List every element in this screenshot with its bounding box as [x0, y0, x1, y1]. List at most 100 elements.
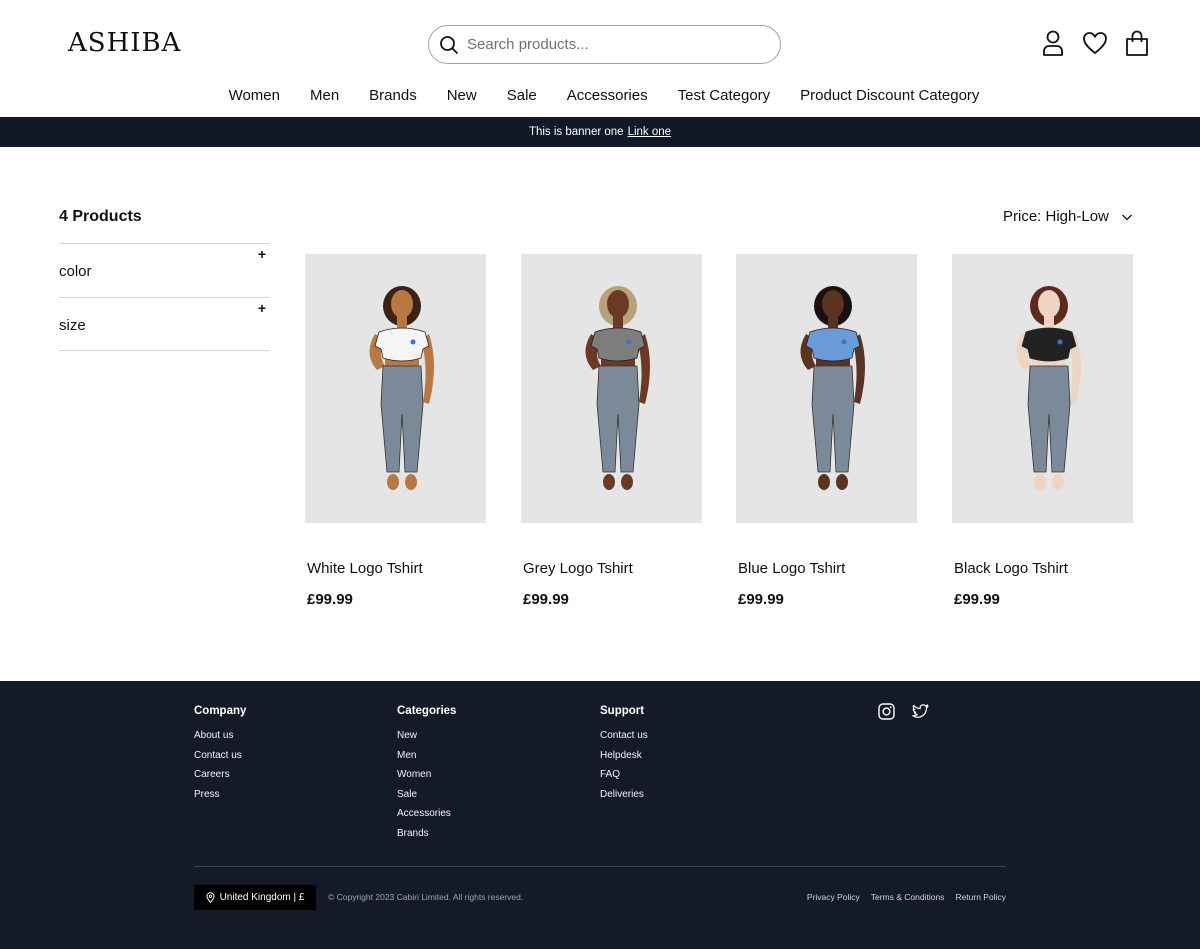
footer-column-title: Company: [194, 705, 247, 717]
promo-banner: This is banner one Link one: [0, 117, 1200, 147]
product-name[interactable]: White Logo Tshirt: [307, 560, 423, 577]
expand-icon[interactable]: +: [258, 246, 266, 262]
return-policy-link[interactable]: Return Policy: [955, 892, 1006, 902]
nav-item-product-discount-category[interactable]: Product Discount Category: [800, 87, 979, 104]
nav-item-women[interactable]: Women: [229, 87, 280, 104]
social-links: [878, 703, 929, 720]
search-bar[interactable]: [428, 25, 781, 64]
product-card[interactable]: Grey Logo Tshirt £99.99: [521, 254, 702, 608]
filter-label: color: [59, 263, 92, 280]
main-nav: Women Men Brands New Sale Accessories Te…: [0, 87, 1200, 104]
product-price: £99.99: [954, 591, 1000, 608]
instagram-icon[interactable]: [878, 703, 895, 720]
model-figure: [1016, 286, 1081, 490]
model-illustration: [585, 286, 650, 490]
nav-item-new[interactable]: New: [447, 87, 477, 104]
user-icon[interactable]: [1040, 29, 1066, 57]
jeans: [596, 365, 640, 473]
footer-link[interactable]: New: [397, 730, 456, 742]
tshirt: [805, 327, 861, 362]
privacy-policy-link[interactable]: Privacy Policy: [807, 892, 860, 902]
jeans: [380, 365, 424, 473]
nav-item-brands[interactable]: Brands: [369, 87, 417, 104]
product-price: £99.99: [738, 591, 784, 608]
filter-size[interactable]: size +: [59, 297, 270, 351]
left-foot: [603, 474, 615, 490]
logo-mark: [626, 339, 632, 345]
footer-link[interactable]: Deliveries: [600, 789, 648, 801]
nav-item-accessories[interactable]: Accessories: [567, 87, 648, 104]
footer-divider: [194, 866, 1006, 867]
right-foot: [836, 474, 848, 490]
logo-mark: [1057, 339, 1063, 345]
header-actions: [1040, 29, 1150, 57]
filter-label: size: [59, 317, 86, 334]
footer-link[interactable]: Contact us: [600, 730, 648, 742]
footer-column-title: Categories: [397, 705, 457, 717]
sort-label: Price: High-Low: [1003, 208, 1109, 225]
heart-icon[interactable]: [1082, 29, 1108, 57]
product-price: £99.99: [523, 591, 569, 608]
footer-column-title: Support: [600, 705, 645, 717]
product-card[interactable]: Black Logo Tshirt £99.99: [952, 254, 1133, 608]
face: [607, 290, 629, 318]
footer-link[interactable]: Women: [397, 769, 456, 781]
footer-link[interactable]: Careers: [194, 769, 246, 781]
model-illustration: [800, 286, 865, 490]
product-image[interactable]: [521, 254, 702, 523]
legal-links: Privacy Policy Terms & Conditions Return…: [807, 892, 1006, 902]
location-pin-icon: [206, 892, 215, 903]
sort-dropdown[interactable]: Price: High-Low: [1003, 208, 1133, 225]
copyright-text: © Copyright 2023 Cabiri Limited. All rig…: [328, 892, 524, 902]
product-name[interactable]: Black Logo Tshirt: [954, 560, 1068, 577]
footer-link[interactable]: About us: [194, 730, 246, 742]
model-figure: [369, 286, 434, 490]
product-image[interactable]: [305, 254, 486, 523]
footer-column-categories: Categories New Men Women Sale Accessorie…: [397, 705, 456, 847]
locale-label: United Kingdom | £: [219, 892, 305, 903]
face: [391, 290, 413, 318]
locale-selector[interactable]: United Kingdom | £: [194, 885, 316, 910]
site-header: ASHIBA Women Men Brands New Sale Accesso…: [0, 0, 1200, 117]
filter-color[interactable]: color +: [59, 243, 270, 297]
nav-item-test-category[interactable]: Test Category: [678, 87, 771, 104]
face: [1038, 290, 1060, 318]
site-logo[interactable]: ASHIBA: [68, 28, 181, 58]
product-name[interactable]: Grey Logo Tshirt: [523, 560, 633, 577]
product-name[interactable]: Blue Logo Tshirt: [738, 560, 845, 577]
footer-link[interactable]: Men: [397, 750, 456, 762]
nav-item-sale[interactable]: Sale: [507, 87, 537, 104]
model-figure: [800, 286, 865, 490]
footer-link[interactable]: Sale: [397, 789, 456, 801]
twitter-icon[interactable]: [912, 703, 929, 720]
product-count: 4 Products: [59, 208, 142, 225]
footer-link[interactable]: Press: [194, 789, 246, 801]
bag-icon[interactable]: [1124, 29, 1150, 57]
terms-conditions-link[interactable]: Terms & Conditions: [871, 892, 945, 902]
nav-item-men[interactable]: Men: [310, 87, 339, 104]
right-foot: [405, 474, 417, 490]
footer-link[interactable]: Brands: [397, 828, 456, 840]
product-card[interactable]: Blue Logo Tshirt £99.99: [736, 254, 917, 608]
expand-icon[interactable]: +: [258, 300, 266, 316]
banner-link[interactable]: Link one: [628, 126, 671, 138]
footer-link[interactable]: Accessories: [397, 808, 456, 820]
product-image[interactable]: [736, 254, 917, 523]
left-foot: [387, 474, 399, 490]
footer-link[interactable]: Contact us: [194, 750, 246, 762]
left-foot: [818, 474, 830, 490]
model-figure: [585, 286, 650, 490]
left-foot: [1034, 474, 1046, 490]
face: [822, 290, 844, 318]
search-input[interactable]: [467, 36, 757, 53]
footer-column-company: Company About us Contact us Careers Pres…: [194, 705, 246, 808]
jeans: [811, 365, 855, 473]
site-footer: Company About us Contact us Careers Pres…: [0, 681, 1200, 949]
product-card[interactable]: White Logo Tshirt £99.99: [305, 254, 486, 608]
jeans: [1027, 365, 1071, 473]
logo-mark: [410, 339, 416, 345]
footer-link[interactable]: FAQ: [600, 769, 648, 781]
search-icon[interactable]: [439, 35, 459, 55]
footer-link[interactable]: Helpdesk: [600, 750, 648, 762]
product-image[interactable]: [952, 254, 1133, 523]
